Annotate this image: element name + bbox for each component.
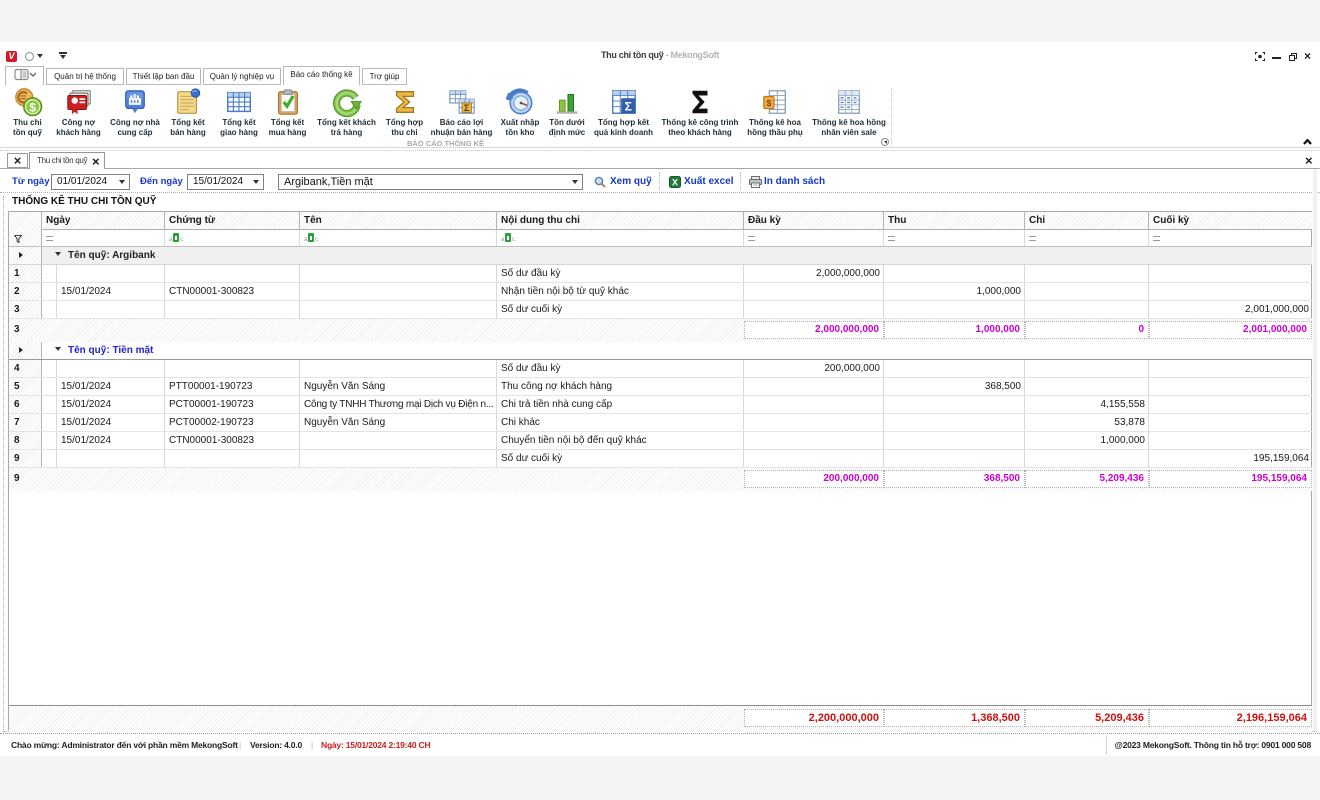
svg-text:X: X <box>672 178 678 188</box>
svg-text:$: $ <box>767 98 772 108</box>
svg-text:Σ: Σ <box>624 99 631 113</box>
